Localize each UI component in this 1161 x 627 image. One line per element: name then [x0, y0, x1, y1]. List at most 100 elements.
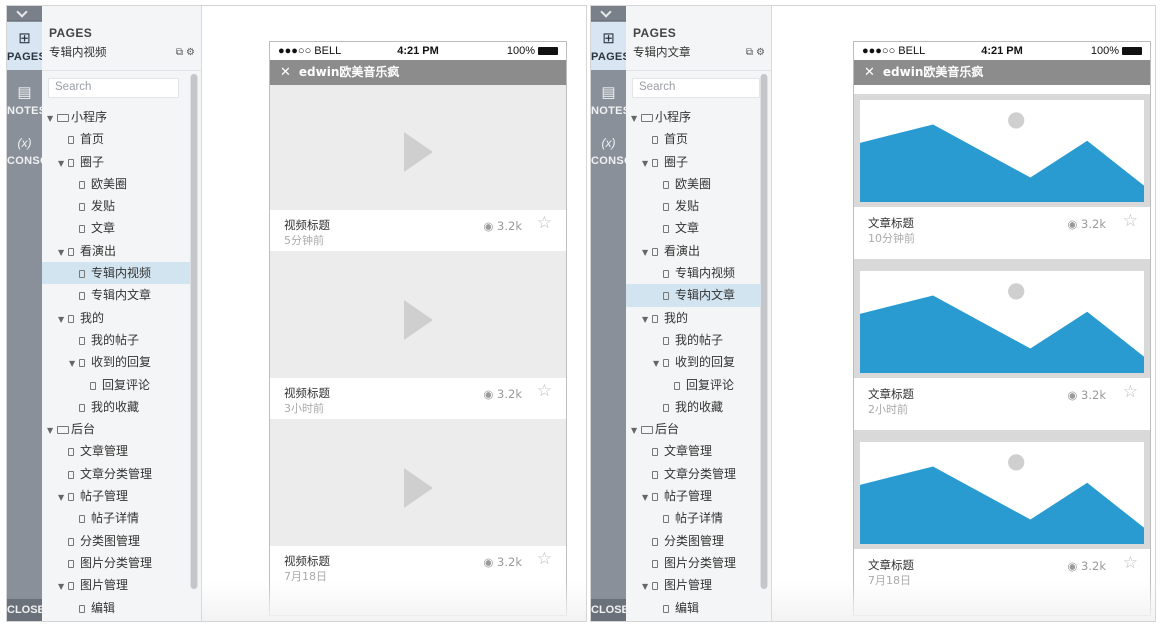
tree-item[interactable]: 回复评论 [42, 374, 190, 396]
tree-item[interactable]: ▼ 帖子管理 [626, 485, 761, 507]
rail-pages-button[interactable]: ⊞ PAGES [591, 22, 626, 70]
tree-item[interactable]: ▼ 收到的回复 [626, 351, 761, 373]
video-thumbnail[interactable] [270, 263, 566, 378]
tree-item[interactable]: 我的帖子 [42, 329, 190, 351]
panel-scrollbar[interactable] [190, 74, 198, 589]
tree-item[interactable]: 分类图管理 [626, 530, 761, 552]
star-icon[interactable]: ☆ [1123, 211, 1138, 231]
collapse-toggle[interactable] [591, 6, 626, 21]
rail-close-button[interactable]: CLOSE [591, 599, 626, 621]
tree-item[interactable]: 文章 [42, 217, 190, 239]
tree-item[interactable]: 发贴 [42, 195, 190, 217]
export-icon[interactable]: ⧉ [746, 47, 753, 58]
video-card[interactable]: 视频标题 3小时前 ◉ 3.2k ☆ [270, 263, 566, 419]
tree-item[interactable]: ▼ 圈子 [626, 151, 761, 173]
rail-pages-button[interactable]: ⊞ PAGES [7, 22, 42, 70]
star-icon[interactable]: ☆ [537, 549, 552, 569]
tree-item[interactable]: 我的帖子 [626, 329, 761, 351]
star-icon[interactable]: ☆ [537, 213, 552, 233]
tree-item[interactable]: 我的收藏 [626, 396, 761, 418]
tree-item[interactable]: 帖子详情 [42, 507, 190, 529]
tree-item[interactable]: 回复评论 [626, 374, 761, 396]
expand-toggle-icon[interactable]: ▼ [58, 242, 68, 264]
tree-item[interactable]: ▼ 圈子 [42, 151, 190, 173]
tree-item[interactable]: 专辑内文章 [626, 284, 761, 307]
expand-toggle-icon[interactable]: ▼ [58, 153, 68, 175]
tree-item[interactable]: 编辑 [626, 597, 761, 619]
tree-item[interactable]: 帖子详情 [626, 507, 761, 529]
play-icon[interactable] [404, 300, 433, 340]
tree-item[interactable]: ▼ 小程序 [42, 106, 190, 128]
expand-toggle-icon[interactable]: ▼ [47, 420, 57, 442]
tree-item[interactable]: ▼ 后台 [42, 418, 190, 440]
tree-item[interactable]: ▼ 图片管理 [626, 574, 761, 596]
tree-item[interactable]: 编辑 [42, 597, 190, 619]
tree-item[interactable]: 发贴 [626, 195, 761, 217]
video-thumbnail[interactable] [270, 95, 566, 210]
tree-item[interactable]: ▼ 看演出 [626, 240, 761, 262]
rail-console-button[interactable]: (x) CONSOLE [591, 132, 626, 172]
video-card[interactable]: 视频标题 5分钟前 ◉ 3.2k ☆ [270, 95, 566, 251]
collapse-toggle[interactable] [7, 6, 42, 21]
tree-item[interactable]: 图片分类管理 [626, 552, 761, 574]
tree-item[interactable]: 欧美圈 [626, 173, 761, 195]
rail-close-button[interactable]: CLOSE [7, 599, 42, 621]
panel-scrollbar[interactable] [760, 74, 768, 589]
tree-item[interactable]: 文章管理 [42, 440, 190, 462]
rail-notes-button[interactable]: ▤ NOTES [591, 82, 626, 122]
expand-toggle-icon[interactable]: ▼ [58, 576, 68, 598]
tree-item[interactable]: 文章分类管理 [42, 463, 190, 485]
tree-item[interactable]: ▼ 后台 [626, 418, 761, 440]
star-icon[interactable]: ☆ [1123, 382, 1138, 402]
search-input[interactable]: Search [632, 78, 760, 98]
tree-item[interactable]: 文章分类管理 [626, 463, 761, 485]
tree-item[interactable]: 分类图管理 [42, 530, 190, 552]
expand-toggle-icon[interactable]: ▼ [642, 576, 652, 598]
expand-toggle-icon[interactable]: ▼ [47, 108, 57, 130]
star-icon[interactable]: ☆ [537, 381, 552, 401]
tree-item[interactable]: 文章管理 [626, 440, 761, 462]
expand-toggle-icon[interactable]: ▼ [58, 487, 68, 509]
play-icon[interactable] [404, 132, 433, 172]
expand-toggle-icon[interactable]: ▼ [642, 153, 652, 175]
video-card[interactable]: 视频标题 7月18日 ◉ 3.2k ☆ [270, 431, 566, 587]
settings-icon[interactable]: ⚙ [186, 47, 195, 58]
tree-item[interactable]: ▼ 小程序 [626, 106, 761, 128]
article-card[interactable]: 文章标题7月18日◉ 3.2k☆ [854, 436, 1150, 601]
expand-toggle-icon[interactable]: ▼ [631, 108, 641, 130]
tree-item[interactable]: 我的收藏 [42, 396, 190, 418]
rail-notes-button[interactable]: ▤ NOTES [7, 82, 42, 122]
article-card[interactable]: 文章标题 10分钟前 ◉ 3.2k ☆ [854, 94, 1150, 259]
video-thumbnail[interactable] [270, 431, 566, 546]
tree-item[interactable]: 图片分类管理 [42, 552, 190, 574]
tree-item[interactable]: 专辑内文章 [42, 284, 190, 306]
expand-toggle-icon[interactable]: ▼ [69, 353, 79, 375]
star-icon[interactable]: ☆ [1123, 553, 1138, 573]
expand-toggle-icon[interactable]: ▼ [653, 353, 663, 375]
expand-toggle-icon[interactable]: ▼ [642, 309, 652, 331]
expand-toggle-icon[interactable]: ▼ [642, 487, 652, 509]
tree-item[interactable]: ▼ 帖子管理 [42, 485, 190, 507]
expand-toggle-icon[interactable]: ▼ [642, 242, 652, 264]
tree-item[interactable]: ▼ 看演出 [42, 240, 190, 262]
tree-item[interactable]: 专辑内视频 [626, 262, 761, 284]
article-card[interactable]: 文章标题 2小时前 ◉ 3.2k ☆ [854, 265, 1150, 430]
tree-item[interactable]: 首页 [42, 128, 190, 150]
export-icon[interactable]: ⧉ [176, 47, 183, 58]
search-input[interactable]: Search [48, 78, 179, 98]
tree-item[interactable]: ▼ 我的 [626, 307, 761, 329]
tree-item[interactable]: 首页 [626, 128, 761, 150]
rail-console-button[interactable]: (x) CONSOLE [7, 132, 42, 172]
tree-item[interactable]: ▼ 图片管理 [42, 574, 190, 596]
tree-item[interactable]: 欧美圈 [42, 173, 190, 195]
expand-toggle-icon[interactable]: ▼ [631, 420, 641, 442]
tree-item[interactable]: ▼ 收到的回复 [42, 351, 190, 373]
play-icon[interactable] [404, 468, 433, 508]
settings-icon[interactable]: ⚙ [756, 47, 765, 58]
tree-item[interactable]: ▼ 我的 [42, 307, 190, 329]
close-icon[interactable]: ✕ [280, 65, 291, 80]
tree-item[interactable]: 专辑内视频 [42, 262, 190, 285]
tree-item[interactable]: 文章 [626, 217, 761, 239]
expand-toggle-icon[interactable]: ▼ [58, 309, 68, 331]
close-icon[interactable]: ✕ [864, 65, 875, 80]
